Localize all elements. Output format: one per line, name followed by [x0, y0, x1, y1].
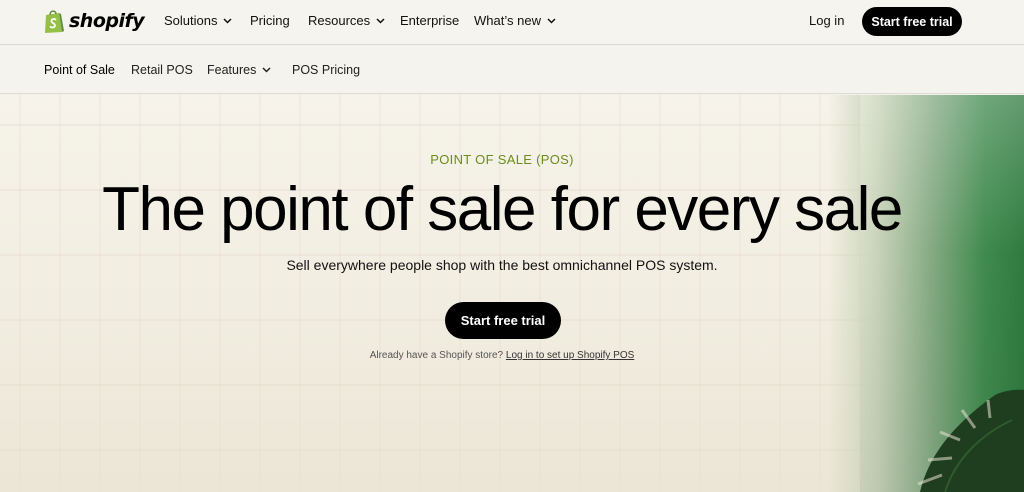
nav-whats-new[interactable]: What’s new — [474, 13, 556, 28]
chevron-down-icon — [223, 17, 233, 24]
existing-store-note: Already have a Shopify store? Log in to … — [0, 350, 1004, 361]
nav-pricing[interactable]: Pricing — [250, 13, 290, 28]
subnav-point-of-sale[interactable]: Point of Sale — [44, 63, 115, 77]
subnav-pos-pricing[interactable]: POS Pricing — [292, 63, 360, 77]
login-setup-pos-link[interactable]: Log in to set up Shopify POS — [506, 350, 634, 361]
chevron-down-icon — [262, 67, 271, 73]
subnav-retail-pos[interactable]: Retail POS — [131, 63, 193, 77]
shopify-logo[interactable]: shopify — [43, 8, 145, 34]
subnav-features-label: Features — [207, 63, 257, 77]
pos-subnavigation: Point of Sale Retail POS Features POS Pr… — [0, 46, 1024, 94]
nav-enterprise[interactable]: Enterprise — [400, 13, 459, 28]
login-link[interactable]: Log in — [809, 13, 844, 28]
nav-resources-label: Resources — [308, 13, 371, 28]
top-navigation: shopify Solutions Pricing Resources Ente… — [0, 0, 1024, 45]
nav-solutions-label: Solutions — [164, 13, 218, 28]
nav-resources[interactable]: Resources — [308, 13, 385, 28]
nav-pricing-label: Pricing — [250, 13, 290, 28]
subnav-features[interactable]: Features — [207, 63, 271, 77]
shopify-bag-icon — [45, 9, 64, 33]
nav-whats-new-label: What’s new — [474, 13, 541, 28]
hero-eyebrow: POINT OF SALE (POS) — [430, 152, 574, 167]
monstera-leaf-icon — [917, 389, 1024, 492]
hero-headline: The point of sale for every sale — [102, 175, 903, 244]
nav-enterprise-label: Enterprise — [400, 13, 460, 28]
chevron-down-icon — [547, 17, 556, 24]
hero-subheading: Sell everywhere people shop with the bes… — [286, 257, 718, 273]
existing-store-prefix: Already have a Shopify store? — [369, 350, 504, 361]
brand-name: shopify — [69, 10, 145, 32]
nav-solutions[interactable]: Solutions — [164, 13, 233, 28]
chevron-down-icon — [376, 17, 385, 24]
hero-start-free-trial-button[interactable]: Start free trial — [445, 302, 561, 339]
start-free-trial-button[interactable]: Start free trial — [862, 7, 962, 36]
